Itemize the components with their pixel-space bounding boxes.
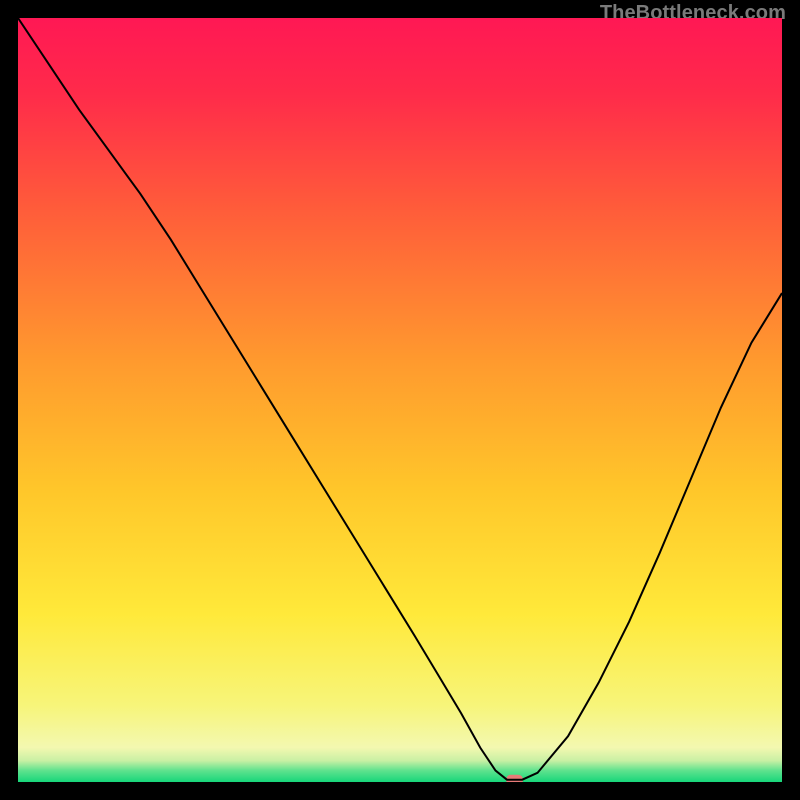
plot-background bbox=[18, 18, 782, 782]
chart-frame: TheBottleneck.com bbox=[0, 0, 800, 800]
optimum-marker bbox=[506, 775, 523, 782]
bottleneck-chart bbox=[18, 18, 782, 782]
